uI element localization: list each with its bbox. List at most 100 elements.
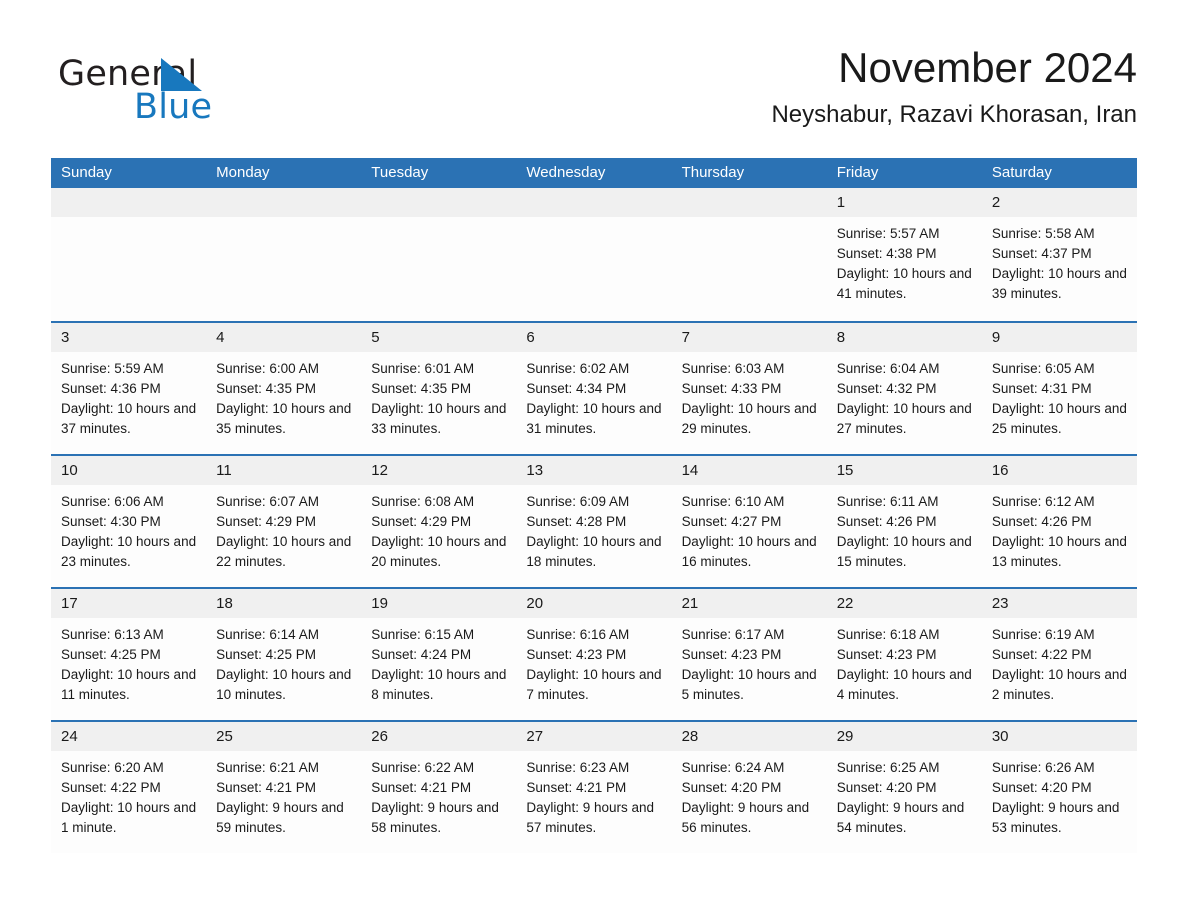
- calendar-day-cell[interactable]: 4 Sunrise: 6:00 AM Sunset: 4:35 PM Daylight…: [206, 323, 362, 454]
- sunset-text: Sunset: 4:26 PM: [991, 514, 1092, 529]
- day-number: 30: [981, 722, 1137, 751]
- day-number: [671, 188, 827, 217]
- daylight-text: Daylight: 10 hours and 8 minutes.: [371, 667, 507, 702]
- calendar-day-cell[interactable]: 21 Sunrise: 6:17 AM Sunset: 4:23 PM Dayligh…: [671, 589, 827, 720]
- calendar-day-cell[interactable]: 8 Sunrise: 6:04 AM Sunset: 4:32 PM Daylight…: [826, 323, 982, 454]
- calendar-day-cell[interactable]: 25 Sunrise: 6:21 AM Sunset: 4:21 PM Dayligh…: [206, 722, 362, 853]
- calendar-day-cell[interactable]: 5 Sunrise: 6:01 AM Sunset: 4:35 PM Daylight…: [361, 323, 517, 454]
- calendar-day-cell[interactable]: 19 Sunrise: 6:15 AM Sunset: 4:24 PM Dayligh…: [361, 589, 517, 720]
- day-number: 16: [981, 456, 1137, 485]
- weekday-header-row: Sunday Monday Tuesday Wednesday Thursday…: [51, 158, 1137, 188]
- calendar-day-cell[interactable]: 23 Sunrise: 6:19 AM Sunset: 4:22 PM Dayligh…: [981, 589, 1137, 720]
- sunrise-text: Sunrise: 6:04 AM: [836, 361, 940, 376]
- day-number: 3: [51, 323, 207, 352]
- daylight-text: Daylight: 9 hours and 56 minutes.: [681, 800, 810, 835]
- day-details: Sunrise: 6:18 AM Sunset: 4:23 PM Daylight:…: [827, 618, 982, 705]
- day-number: 23: [981, 589, 1137, 618]
- sunset-text: Sunset: 4:30 PM: [61, 514, 161, 529]
- calendar-day-cell[interactable]: 30 Sunrise: 6:26 AM Sunset: 4:20 PM Dayligh…: [981, 722, 1137, 853]
- calendar-day-cell[interactable]: 13 Sunrise: 6:09 AM Sunset: 4:28 PM Dayligh…: [516, 456, 672, 587]
- calendar-day-cell-empty: [671, 188, 827, 321]
- daylight-text: Daylight: 10 hours and 15 minutes.: [836, 534, 972, 569]
- calendar-day-cell[interactable]: 11 Sunrise: 6:07 AM Sunset: 4:29 PM Dayligh…: [206, 456, 362, 587]
- sunset-text: Sunset: 4:21 PM: [371, 780, 472, 795]
- daylight-text: Daylight: 9 hours and 54 minutes.: [836, 800, 965, 835]
- calendar-day-cell[interactable]: 20 Sunrise: 6:16 AM Sunset: 4:23 PM Dayligh…: [516, 589, 672, 720]
- day-number: 15: [826, 456, 982, 485]
- daylight-text: Daylight: 10 hours and 33 minutes.: [371, 401, 507, 436]
- calendar-week-row: 3 Sunrise: 5:59 AM Sunset: 4:36 PM Daylight…: [51, 321, 1137, 454]
- day-details: Sunrise: 6:00 AM Sunset: 4:35 PM Daylight:…: [206, 352, 361, 439]
- day-number: 27: [516, 722, 672, 751]
- calendar-day-cell[interactable]: 10 Sunrise: 6:06 AM Sunset: 4:30 PM Dayligh…: [51, 456, 207, 587]
- day-details: Sunrise: 6:19 AM Sunset: 4:22 PM Daylight:…: [982, 618, 1137, 705]
- calendar-day-cell[interactable]: 18 Sunrise: 6:14 AM Sunset: 4:25 PM Dayligh…: [206, 589, 362, 720]
- sunrise-text: Sunrise: 6:03 AM: [681, 361, 785, 376]
- day-number: 5: [361, 323, 517, 352]
- calendar-day-cell[interactable]: 12 Sunrise: 6:08 AM Sunset: 4:29 PM Dayligh…: [361, 456, 517, 587]
- calendar-day-cell[interactable]: 3 Sunrise: 5:59 AM Sunset: 4:36 PM Daylight…: [51, 323, 207, 454]
- day-details: Sunrise: 5:57 AM Sunset: 4:38 PM Daylight:…: [827, 217, 982, 304]
- day-number: 1: [826, 188, 982, 217]
- daylight-text: Daylight: 10 hours and 22 minutes.: [216, 534, 352, 569]
- calendar-day-cell[interactable]: 16 Sunrise: 6:12 AM Sunset: 4:26 PM Dayligh…: [981, 456, 1137, 587]
- daylight-text: Daylight: 10 hours and 11 minutes.: [61, 667, 197, 702]
- day-number: 25: [206, 722, 362, 751]
- weekday-header-thursday: Thursday: [681, 164, 745, 181]
- sunrise-text: Sunrise: 6:26 AM: [991, 760, 1095, 775]
- day-number: 22: [826, 589, 982, 618]
- daylight-text: Daylight: 9 hours and 53 minutes.: [991, 800, 1120, 835]
- day-details: Sunrise: 5:59 AM Sunset: 4:36 PM Daylight:…: [51, 352, 206, 439]
- calendar-day-cell[interactable]: 9 Sunrise: 6:05 AM Sunset: 4:31 PM Daylight…: [981, 323, 1137, 454]
- day-details: Sunrise: 6:23 AM Sunset: 4:21 PM Daylight:…: [516, 751, 671, 838]
- calendar-day-cell[interactable]: 27 Sunrise: 6:23 AM Sunset: 4:21 PM Dayligh…: [516, 722, 672, 853]
- day-details: Sunrise: 6:09 AM Sunset: 4:28 PM Daylight:…: [516, 485, 671, 572]
- daylight-text: Daylight: 10 hours and 10 minutes.: [216, 667, 352, 702]
- day-number: 8: [826, 323, 982, 352]
- day-details: Sunrise: 6:11 AM Sunset: 4:26 PM Daylight:…: [827, 485, 982, 572]
- sunset-text: Sunset: 4:36 PM: [61, 381, 161, 396]
- calendar-day-cell[interactable]: 6 Sunrise: 6:02 AM Sunset: 4:34 PM Daylight…: [516, 323, 672, 454]
- daylight-text: Daylight: 10 hours and 31 minutes.: [526, 401, 662, 436]
- daylight-text: Daylight: 10 hours and 2 minutes.: [991, 667, 1127, 702]
- calendar-day-cell[interactable]: 14 Sunrise: 6:10 AM Sunset: 4:27 PM Dayligh…: [671, 456, 827, 587]
- calendar-day-cell[interactable]: 1 Sunrise: 5:57 AM Sunset: 4:38 PM Daylight…: [826, 188, 982, 321]
- sunset-text: Sunset: 4:34 PM: [526, 381, 627, 396]
- sunset-text: Sunset: 4:32 PM: [836, 381, 937, 396]
- day-details: Sunrise: 6:26 AM Sunset: 4:20 PM Daylight:…: [982, 751, 1137, 838]
- calendar-day-cell[interactable]: 28 Sunrise: 6:24 AM Sunset: 4:20 PM Dayligh…: [671, 722, 827, 853]
- day-details: Sunrise: 6:02 AM Sunset: 4:34 PM Daylight:…: [516, 352, 671, 439]
- sunset-text: Sunset: 4:25 PM: [61, 647, 161, 662]
- day-details: Sunrise: 6:05 AM Sunset: 4:31 PM Daylight:…: [982, 352, 1137, 439]
- weekday-header-saturday: Saturday: [991, 164, 1052, 181]
- day-number: 11: [206, 456, 362, 485]
- calendar-day-cell[interactable]: 2 Sunrise: 5:58 AM Sunset: 4:37 PM Daylight…: [981, 188, 1137, 321]
- daylight-text: Daylight: 9 hours and 59 minutes.: [216, 800, 344, 835]
- day-details: Sunrise: 6:17 AM Sunset: 4:23 PM Daylight:…: [672, 618, 827, 705]
- daylight-text: Daylight: 9 hours and 57 minutes.: [526, 800, 654, 835]
- calendar-day-cell[interactable]: 15 Sunrise: 6:11 AM Sunset: 4:26 PM Dayligh…: [826, 456, 982, 587]
- day-number: 4: [206, 323, 362, 352]
- sunrise-text: Sunrise: 6:20 AM: [61, 760, 164, 775]
- sunrise-text: Sunrise: 6:15 AM: [371, 627, 475, 642]
- calendar-day-cell[interactable]: 29 Sunrise: 6:25 AM Sunset: 4:20 PM Dayligh…: [826, 722, 982, 853]
- sunrise-text: Sunrise: 6:13 AM: [61, 627, 164, 642]
- calendar-day-cell[interactable]: 22 Sunrise: 6:18 AM Sunset: 4:23 PM Dayligh…: [826, 589, 982, 720]
- day-details: Sunrise: 6:14 AM Sunset: 4:25 PM Daylight:…: [206, 618, 361, 705]
- daylight-text: Daylight: 10 hours and 1 minute.: [61, 800, 197, 835]
- calendar-day-cell[interactable]: 7 Sunrise: 6:03 AM Sunset: 4:33 PM Daylight…: [671, 323, 827, 454]
- sunrise-text: Sunrise: 6:09 AM: [526, 494, 630, 509]
- general-blue-logo[interactable]: General Blue: [58, 54, 318, 140]
- calendar-day-cell[interactable]: 17 Sunrise: 6:13 AM Sunset: 4:25 PM Dayligh…: [51, 589, 207, 720]
- sunrise-text: Sunrise: 5:58 AM: [991, 226, 1095, 241]
- day-number: 20: [516, 589, 672, 618]
- calendar-day-cell[interactable]: 26 Sunrise: 6:22 AM Sunset: 4:21 PM Dayligh…: [361, 722, 517, 853]
- weekday-header-wednesday: Wednesday: [526, 164, 606, 181]
- title-block: November 2024 Neyshabur, Razavi Khorasan…: [771, 42, 1137, 130]
- calendar-week-row: 24 Sunrise: 6:20 AM Sunset: 4:22 PM Dayligh…: [51, 720, 1137, 853]
- sunset-text: Sunset: 4:31 PM: [991, 381, 1092, 396]
- day-details: Sunrise: 6:21 AM Sunset: 4:21 PM Daylight:…: [206, 751, 361, 838]
- sunrise-text: Sunrise: 6:07 AM: [216, 494, 319, 509]
- calendar-day-cell[interactable]: 24 Sunrise: 6:20 AM Sunset: 4:22 PM Dayligh…: [51, 722, 207, 853]
- day-details: Sunrise: 6:06 AM Sunset: 4:30 PM Daylight:…: [51, 485, 206, 572]
